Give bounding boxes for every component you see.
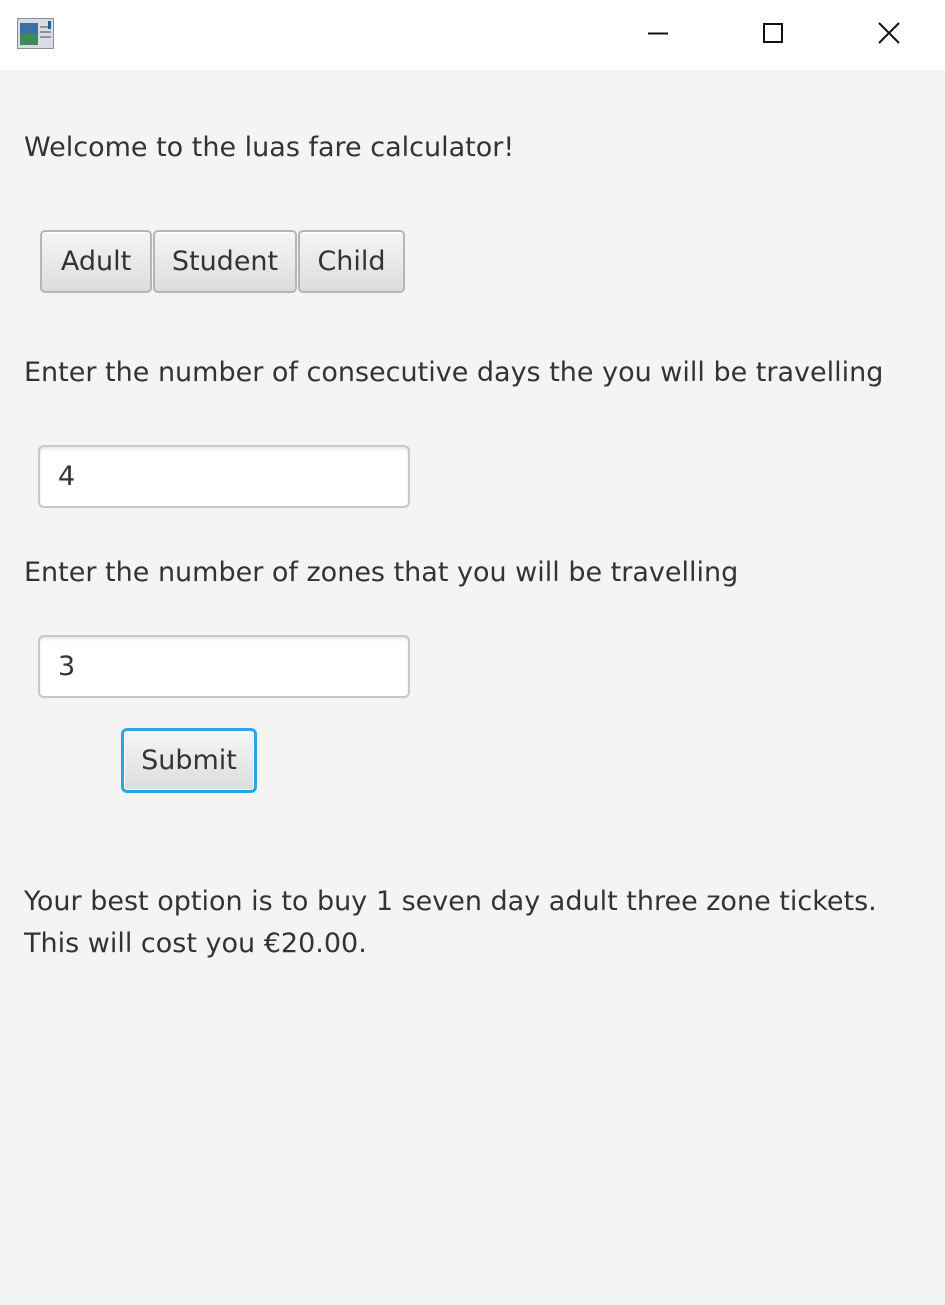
days-input[interactable]: 4 xyxy=(38,445,410,508)
zones-label: Enter the number of zones that you will … xyxy=(24,557,739,588)
app-window: Welcome to the luas fare calculator! Adu… xyxy=(0,0,945,1305)
result-text-line-2: This will cost you €20.00. xyxy=(24,928,367,959)
title-bar[interactable] xyxy=(0,0,945,70)
result-text-line-1: Your best option is to buy 1 seven day a… xyxy=(24,886,877,917)
close-icon xyxy=(877,21,901,49)
submit-button[interactable]: Submit xyxy=(121,728,257,793)
minimize-button[interactable] xyxy=(600,0,716,70)
student-toggle-button[interactable]: Student xyxy=(153,230,297,293)
maximize-button[interactable] xyxy=(715,0,831,70)
close-button[interactable] xyxy=(831,0,945,70)
java-app-icon xyxy=(17,18,54,49)
adult-toggle-button[interactable]: Adult xyxy=(40,230,152,293)
days-label: Enter the number of consecutive days the… xyxy=(24,357,884,388)
minimize-icon xyxy=(647,22,669,48)
child-toggle-button[interactable]: Child xyxy=(298,230,405,293)
maximize-icon xyxy=(762,22,784,48)
welcome-text: Welcome to the luas fare calculator! xyxy=(24,132,515,163)
zones-input[interactable]: 3 xyxy=(38,635,410,698)
